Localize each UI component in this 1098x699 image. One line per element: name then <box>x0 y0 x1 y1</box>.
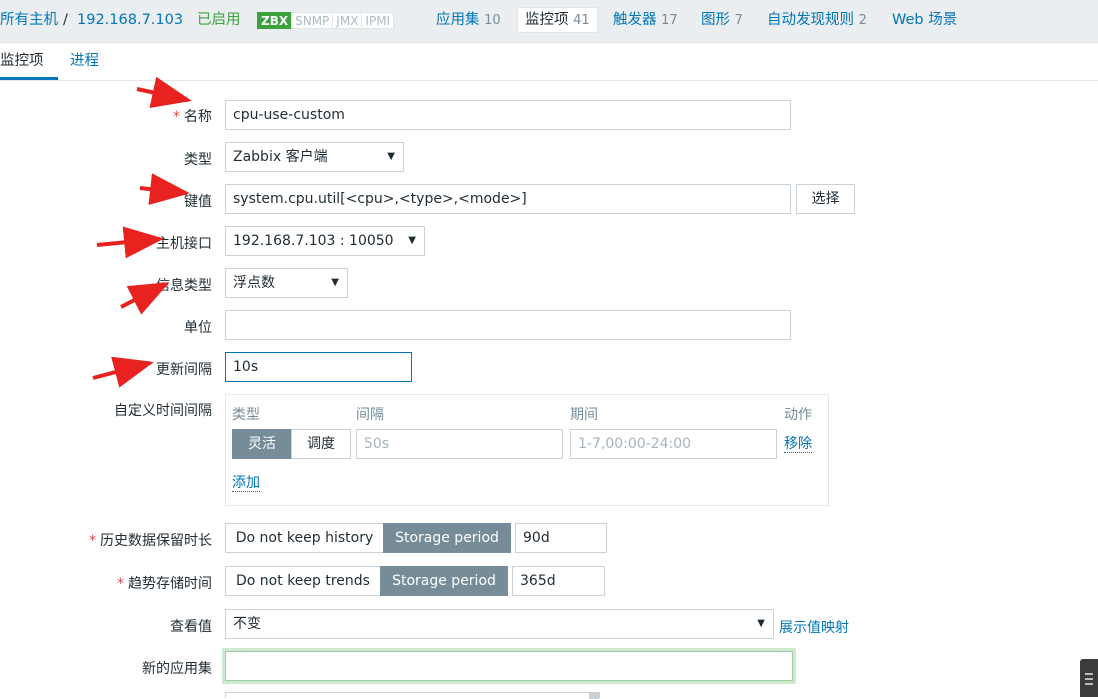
units-label: 单位 <box>184 320 212 336</box>
update-interval-label: 更新间隔 <box>156 362 212 378</box>
name-input[interactable]: cpu-use-custom <box>225 100 791 130</box>
tab-triggers[interactable]: 触发器 17 <box>613 0 678 43</box>
zbx-badge: ZBX <box>257 12 293 29</box>
breadcrumb-separator: / <box>63 12 68 28</box>
type-label: 类型 <box>184 152 212 168</box>
info-type-label: 信息类型 <box>156 278 212 294</box>
new-application-input[interactable] <box>222 648 796 684</box>
chevron-down-icon: ▼ <box>331 277 339 288</box>
subtab-preprocessing[interactable]: 进程 <box>70 43 99 80</box>
col-interval-header: 间隔 <box>356 407 384 423</box>
name-label: * 名称 <box>173 109 212 125</box>
red-arrow-icon <box>92 356 154 388</box>
history-period-input[interactable]: 90d <box>515 523 607 553</box>
tab-web-scenarios[interactable]: Web 场景 <box>892 0 957 43</box>
red-arrow-icon <box>139 173 190 206</box>
history-do-not-keep-button[interactable]: Do not keep history <box>225 523 384 553</box>
trends-storage-period-button[interactable]: Storage period <box>380 566 508 596</box>
remove-interval-link[interactable]: 移除 <box>784 436 812 453</box>
jmx-badge: JMX <box>332 12 363 29</box>
form-tabs: 监控项 进程 <box>0 43 1098 81</box>
history-label: * 历史数据保留时长 <box>89 533 212 549</box>
show-value-mappings-link[interactable]: 展示值映射 <box>779 617 849 637</box>
subtab-item[interactable]: 监控项 <box>0 43 58 80</box>
col-period-header: 期间 <box>570 407 598 423</box>
host-status-enabled[interactable]: 已启用 <box>197 0 241 43</box>
interface-select-value: 192.168.7.103 : 10050 <box>233 233 394 249</box>
trends-label: * 趋势存储时间 <box>117 576 212 592</box>
update-interval-input[interactable]: 10s <box>225 352 412 382</box>
type-select[interactable]: Zabbix 客户端 ▼ <box>225 142 404 172</box>
show-value-label: 查看值 <box>170 619 212 635</box>
interface-label: 主机接口 <box>156 236 212 252</box>
snmp-badge: SNMP <box>291 12 334 29</box>
key-input[interactable]: system.cpu.util[<cpu>,<type>,<mode>] <box>225 184 791 214</box>
availability-badges: ZBX SNMP JMX IPMI <box>257 12 395 29</box>
info-type-select-value: 浮点数 <box>233 275 275 291</box>
chevron-down-icon: ▼ <box>387 151 395 162</box>
custom-period-input[interactable]: 1-7,00:00-24:00 <box>570 429 777 459</box>
col-action-header: 动作 <box>784 407 812 423</box>
breadcrumb-host[interactable]: 192.168.7.103 <box>77 0 183 43</box>
tab-discovery-rules[interactable]: 自动发现规则 2 <box>767 0 867 43</box>
custom-intervals-label: 自定义时间间隔 <box>114 403 212 419</box>
breadcrumb-all-hosts[interactable]: 所有主机 <box>0 0 58 43</box>
trends-do-not-keep-button[interactable]: Do not keep trends <box>225 566 381 596</box>
red-arrow-icon <box>96 226 164 259</box>
host-navigation-bar: 所有主机 / 192.168.7.103 已启用 ZBX SNMP JMX IP… <box>0 0 1098 43</box>
trends-period-input[interactable]: 365d <box>512 566 605 596</box>
info-type-select[interactable]: 浮点数 ▼ <box>225 268 348 298</box>
interface-select[interactable]: 192.168.7.103 : 10050 ▼ <box>225 226 425 256</box>
scroll-to-top-handle[interactable] <box>1080 659 1098 697</box>
units-input[interactable] <box>225 310 791 340</box>
chevron-down-icon: ▼ <box>757 618 765 629</box>
show-value-select[interactable]: 不变 ▼ <box>225 609 774 639</box>
add-interval-link[interactable]: 添加 <box>232 475 260 492</box>
tab-items[interactable]: 监控项 41 <box>517 7 598 33</box>
ipmi-badge: IPMI <box>361 12 395 29</box>
new-application-label: 新的应用集 <box>142 661 212 677</box>
custom-interval-input[interactable]: 50s <box>356 429 563 459</box>
tab-graphs[interactable]: 图形 7 <box>701 0 743 43</box>
type-select-value: Zabbix 客户端 <box>233 149 328 165</box>
red-arrow-icon <box>136 76 192 109</box>
applications-list-box[interactable] <box>225 692 600 699</box>
show-value-select-value: 不变 <box>233 616 261 632</box>
key-label: 键值 <box>184 194 212 210</box>
history-storage-period-button[interactable]: Storage period <box>383 523 511 553</box>
chevron-down-icon: ▼ <box>408 235 416 246</box>
flexible-toggle[interactable]: 灵活 <box>232 429 292 459</box>
select-key-button[interactable]: 选择 <box>796 184 855 214</box>
scheduling-toggle[interactable]: 调度 <box>291 429 351 459</box>
tab-applications[interactable]: 应用集 10 <box>436 0 501 43</box>
col-type-header: 类型 <box>232 407 260 423</box>
